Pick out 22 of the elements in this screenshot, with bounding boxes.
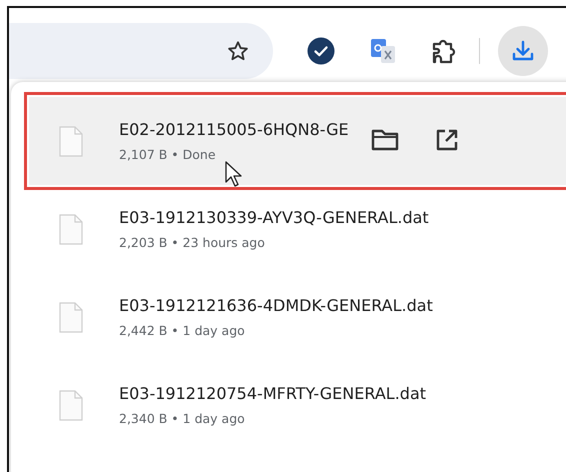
star-icon[interactable] [227,40,249,62]
puzzle-icon[interactable] [431,37,457,65]
cursor-icon [225,161,243,187]
download-item[interactable]: E03-1912120754-MFRTY-GENERAL.dat 2,340 B • 1 day ago [29,361,566,449]
file-icon [59,302,83,332]
download-item[interactable]: E03-1912130339-AYV3Q-GENERAL.dat 2,203 B • 23 hours ago [29,185,566,273]
file-icon [59,214,83,244]
file-name: E03-1912120754-MFRTY-GENERAL.dat [119,384,426,403]
file-name: E03-1912130339-AYV3Q-GENERAL.dat [119,208,429,227]
file-details: 2,107 B • Done [119,147,217,162]
file-details: 2,442 B • 1 day ago [119,323,246,338]
download-item[interactable]: E03-1912121636-4DMDK-GENERAL.dat 2,442 B • 1 day ago [29,273,566,361]
file-icon [59,390,83,420]
translate-icon[interactable] [369,37,397,65]
file-details: 2,203 B • 23 hours ago [119,235,266,250]
check-icon[interactable] [307,37,335,65]
file-name: E02-2012115005-6HQN8-GE [119,120,349,139]
download-icon [511,39,535,63]
file-icon [59,126,83,156]
file-details: 2,340 B • 1 day ago [119,411,246,426]
file-name: E03-1912121636-4DMDK-GENERAL.dat [119,296,433,315]
download-button[interactable] [498,26,548,76]
